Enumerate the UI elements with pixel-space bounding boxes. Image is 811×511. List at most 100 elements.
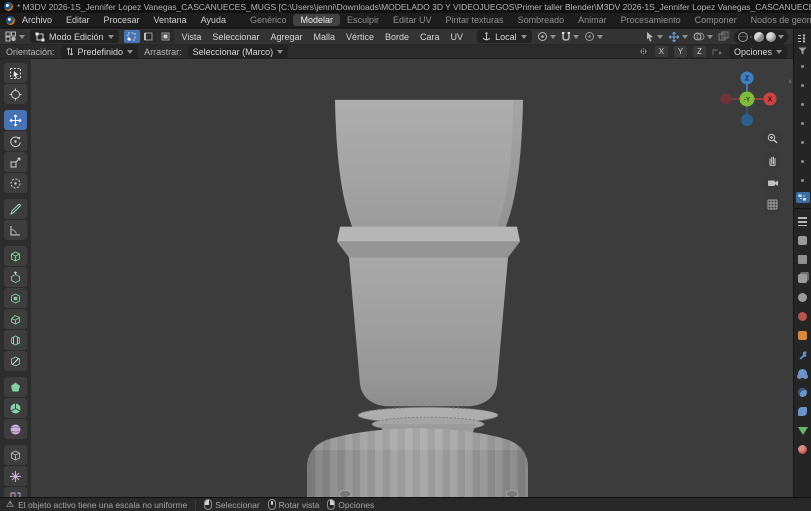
mirror-y-toggle[interactable]: Y — [673, 46, 687, 57]
overlays-toggle-button[interactable] — [693, 31, 713, 42]
properties-tab-scene[interactable] — [797, 292, 808, 303]
material-preview-button[interactable] — [754, 31, 764, 42]
tool-shrink-fatten-button[interactable] — [4, 466, 27, 486]
tool-knife-button[interactable] — [4, 351, 27, 371]
properties-tab-object[interactable] — [797, 330, 808, 341]
properties-tab-world[interactable] — [797, 311, 808, 322]
tab-nodos-geometria[interactable]: Nodos de geometría — [744, 14, 811, 26]
blender-menu-icon[interactable] — [6, 15, 15, 25]
properties-tab-tool[interactable] — [797, 216, 808, 227]
zoom-button[interactable] — [763, 129, 782, 148]
wireframe-shading-button[interactable] — [738, 31, 748, 42]
properties-tab-view-layer[interactable] — [797, 273, 808, 284]
menu-agregar[interactable]: Agregar — [267, 32, 305, 42]
tool-inset-faces-button[interactable] — [4, 288, 27, 308]
tool-measure-button[interactable] — [4, 220, 27, 240]
tool-add-cube-button[interactable] — [4, 246, 27, 266]
outliner-item-dot[interactable] — [801, 84, 804, 87]
outliner-item-dot[interactable] — [801, 179, 804, 182]
show-gizmo-button[interactable] — [645, 31, 663, 42]
tool-spin-button[interactable] — [4, 398, 27, 418]
menu-archivo[interactable]: Archivo — [15, 15, 59, 25]
tool-extrude-region-button[interactable] — [4, 267, 27, 287]
gizmo-minus-x-axis[interactable] — [720, 93, 732, 105]
outliner-icon[interactable] — [797, 34, 808, 43]
tab-animar[interactable]: Animar — [571, 14, 614, 26]
drag-mode-dropdown[interactable]: Seleccionar (Marco) — [187, 45, 289, 58]
properties-editor-icon[interactable] — [795, 192, 810, 203]
tool-options-dropdown[interactable]: Opciones — [728, 45, 787, 58]
snap-caret-icon — [572, 34, 579, 39]
rendered-shading-button[interactable] — [766, 31, 776, 42]
solid-shading-button[interactable] — [750, 35, 752, 38]
tab-editar-uv[interactable]: Editar UV — [386, 14, 439, 26]
tool-annotate-button[interactable] — [4, 199, 27, 219]
properties-tab-modifiers[interactable] — [797, 349, 808, 360]
tool-rip-region-button[interactable] — [4, 487, 27, 497]
snap-button[interactable] — [561, 31, 579, 42]
edge-select-button[interactable] — [140, 30, 157, 43]
properties-tab-particles[interactable] — [797, 368, 808, 379]
sidebar-collapse-arrow[interactable]: ‹ — [788, 77, 792, 87]
tool-loop-cut-button[interactable] — [4, 330, 27, 350]
tool-poly-build-button[interactable] — [4, 377, 27, 397]
vertex-select-button[interactable] — [123, 30, 140, 43]
3d-viewport[interactable]: Z X -Y ‹ — [0, 59, 793, 497]
outliner-item-dot[interactable] — [801, 160, 804, 163]
properties-tab-output[interactable] — [797, 254, 808, 265]
camera-view-button[interactable] — [763, 173, 782, 192]
tool-rotate-button[interactable] — [4, 131, 27, 151]
tool-cursor-button[interactable] — [4, 84, 27, 104]
tab-pintar-texturas[interactable]: Pintar texturas — [439, 14, 511, 26]
pan-button[interactable] — [763, 151, 782, 170]
gizmos-toggle-button[interactable] — [668, 31, 688, 43]
tool-select-box-button[interactable] — [4, 63, 27, 83]
properties-tab-constraints[interactable] — [797, 406, 808, 417]
tab-esculpir[interactable]: Esculpir — [340, 14, 386, 26]
filter-icon[interactable] — [798, 47, 807, 55]
editor-type-button[interactable] — [5, 31, 25, 42]
navigation-gizmo[interactable]: Z X -Y — [719, 69, 779, 129]
menu-borde[interactable]: Borde — [382, 32, 412, 42]
tool-move-button[interactable] — [4, 110, 27, 130]
tab-sombreado[interactable]: Sombreado — [511, 14, 572, 26]
outliner-item-dot[interactable] — [801, 122, 804, 125]
pivot-point-button[interactable] — [537, 31, 556, 42]
gizmo-minus-z-axis[interactable] — [741, 114, 753, 126]
tool-scale-button[interactable] — [4, 152, 27, 172]
tab-generico[interactable]: Genérico — [243, 14, 294, 26]
menu-seleccionar[interactable]: Seleccionar — [209, 32, 262, 42]
menu-ayuda[interactable]: Ayuda — [194, 15, 233, 25]
outliner-item-dot[interactable] — [801, 103, 804, 106]
menu-vertice[interactable]: Vértice — [343, 32, 377, 42]
tab-componer[interactable]: Componer — [688, 14, 744, 26]
xray-toggle-button[interactable] — [718, 31, 729, 42]
menu-procesar[interactable]: Procesar — [97, 15, 147, 25]
menu-vista[interactable]: Vista — [179, 32, 205, 42]
orientation-preset-dropdown[interactable]: Predefinido — [60, 45, 139, 58]
menu-ventana[interactable]: Ventana — [147, 15, 194, 25]
tool-edge-slide-button[interactable] — [4, 445, 27, 465]
mode-dropdown[interactable]: Modo Edición — [30, 30, 119, 43]
properties-tab-material[interactable] — [797, 444, 808, 455]
menu-malla[interactable]: Malla — [310, 32, 338, 42]
proportional-edit-button[interactable] — [584, 31, 603, 42]
orientation-dropdown[interactable]: Local — [477, 30, 532, 43]
tool-smooth-button[interactable] — [4, 419, 27, 439]
tab-modelar[interactable]: Modelar — [293, 14, 340, 26]
ortho-toggle-button[interactable] — [763, 195, 782, 214]
menu-uv[interactable]: UV — [448, 32, 467, 42]
properties-tab-render[interactable] — [797, 235, 808, 246]
tab-procesamiento[interactable]: Procesamiento — [614, 14, 688, 26]
tool-transform-button[interactable] — [4, 173, 27, 193]
mirror-x-toggle[interactable]: X — [654, 46, 668, 57]
menu-editar[interactable]: Editar — [59, 15, 97, 25]
properties-tab-physics[interactable] — [797, 387, 808, 398]
tool-bevel-button[interactable] — [4, 309, 27, 329]
face-select-button[interactable] — [157, 30, 174, 43]
properties-tab-object-data[interactable] — [797, 425, 808, 436]
mirror-z-toggle[interactable]: Z — [692, 46, 706, 57]
outliner-item-dot[interactable] — [801, 141, 804, 144]
outliner-item-dot[interactable] — [801, 65, 804, 68]
menu-cara[interactable]: Cara — [417, 32, 443, 42]
